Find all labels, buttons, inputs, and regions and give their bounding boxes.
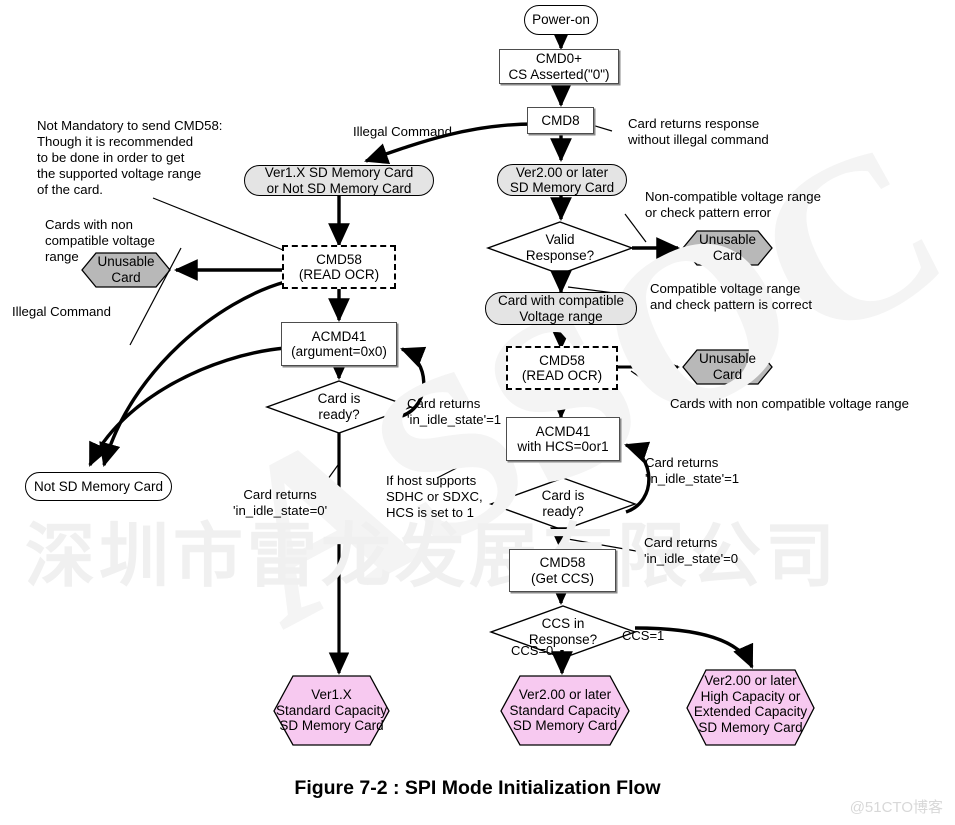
- annotation-card-returns-response: Card returns response without illegal co…: [628, 116, 769, 147]
- annotation-cards-non-compatible-right: Cards with non compatible voltage range: [670, 396, 909, 411]
- node-result-ver2-standard-label: Ver2.00 or later Standard Capacity SD Me…: [509, 687, 621, 733]
- node-cmd58-get-ccs[interactable]: CMD58 (Get CCS): [509, 549, 616, 592]
- annotation-non-compatible-voltage-or-pattern: Non-compatible voltage range or check pa…: [645, 189, 821, 220]
- node-cmd58-get-ccs-label: CMD58 (Get CCS): [530, 555, 594, 586]
- node-cmd8[interactable]: CMD8: [527, 107, 594, 134]
- node-acmd41-right[interactable]: ACMD41 with HCS=0or1: [506, 417, 620, 461]
- leader-not-mandatory: [152, 197, 289, 253]
- node-power-on[interactable]: Power-on: [524, 5, 598, 35]
- node-acmd41-left[interactable]: ACMD41 (argument=0x0): [281, 322, 397, 366]
- node-ver1x-or-not-sd-label: Ver1.X SD Memory Card or Not SD Memory C…: [264, 165, 414, 196]
- node-not-sd-memory-card-label: Not SD Memory Card: [33, 478, 164, 494]
- annotation-cards-non-compatible-left: Cards with non compatible voltage range: [45, 217, 155, 264]
- node-unusable-card-mid-right-label: Unusable Card: [698, 351, 757, 382]
- leader-non-compatible: [624, 213, 647, 243]
- arrow-acmd41-to-notsd: [88, 346, 286, 467]
- node-cmd0-label: CMD0+ CS Asserted("0"): [508, 51, 610, 82]
- flowchart-figure: ASSOC 深圳市雷龙发展有限公司: [0, 0, 955, 825]
- node-valid-response-label: Valid Response?: [525, 232, 595, 263]
- annotation-ccs-one: CCS=1: [622, 628, 665, 643]
- node-cmd58-read-ocr-right[interactable]: CMD58 (READ OCR): [506, 346, 618, 390]
- node-acmd41-left-label: ACMD41 (argument=0x0): [291, 328, 387, 360]
- node-unusable-card-top-right-label: Unusable Card: [698, 232, 757, 263]
- annotation-card-returns-idle0-right: Card returns 'in_idle_state'=0: [644, 535, 739, 566]
- annotation-ccs-zero: CCS=0: [511, 643, 554, 658]
- figure-title: Figure 7-2 : SPI Mode Initialization Flo…: [294, 777, 661, 799]
- annotation-illegal-command-left: Illegal Command: [12, 304, 111, 319]
- node-ver2-sd-card[interactable]: Ver2.00 or later SD Memory Card: [497, 164, 627, 196]
- node-cmd8-label: CMD8: [541, 112, 580, 128]
- annotation-card-returns-idle1-right: Card returns 'in_idle_state'=1: [645, 455, 740, 486]
- annotation-card-returns-idle1-left: Card returns 'in_idle_state'=1: [407, 396, 502, 427]
- node-not-sd-memory-card[interactable]: Not SD Memory Card: [25, 472, 172, 501]
- annotation-if-host-supports: If host supports SDHC or SDXC, HCS is se…: [386, 473, 483, 520]
- node-card-with-compatible-voltage-label: Card with compatible Voltage range: [497, 293, 625, 324]
- node-card-with-compatible-voltage[interactable]: Card with compatible Voltage range: [485, 292, 637, 325]
- annotation-card-returns-idle0-left: Card returns 'in_idle_state=0': [233, 487, 328, 518]
- node-result-ver1x-label: Ver1.X Standard Capacity SD Memory Card: [275, 687, 388, 733]
- node-acmd41-right-label: ACMD41 with HCS=0or1: [517, 423, 609, 455]
- annotation-illegal-command-top: Illegal Command: [353, 124, 452, 139]
- leader-cards-non-compatible-right: [630, 370, 668, 397]
- node-cmd58-read-ocr-right-label: CMD58 (READ OCR): [521, 352, 603, 384]
- node-card-ready-right-label: Card is ready?: [541, 488, 585, 519]
- node-power-on-label: Power-on: [532, 12, 590, 28]
- annotation-compatible-voltage-and-pattern: Compatible voltage range and check patte…: [650, 281, 812, 312]
- corner-watermark: @51CTO博客: [849, 799, 943, 816]
- node-card-ready-left-label: Card is ready?: [317, 391, 361, 422]
- node-cmd0[interactable]: CMD0+ CS Asserted("0"): [499, 49, 619, 84]
- node-ver1x-or-not-sd[interactable]: Ver1.X SD Memory Card or Not SD Memory C…: [244, 165, 434, 196]
- node-cmd58-read-ocr-left-label: CMD58 (READ OCR): [298, 251, 380, 283]
- node-cmd58-read-ocr-left[interactable]: CMD58 (READ OCR): [282, 245, 396, 289]
- node-ver2-sd-card-label: Ver2.00 or later SD Memory Card: [509, 164, 615, 196]
- annotation-not-mandatory-cmd58: Not Mandatory to send CMD58: Though it i…: [37, 118, 223, 197]
- node-result-ver2-high-label: Ver2.00 or later High Capacity or Extend…: [693, 673, 808, 735]
